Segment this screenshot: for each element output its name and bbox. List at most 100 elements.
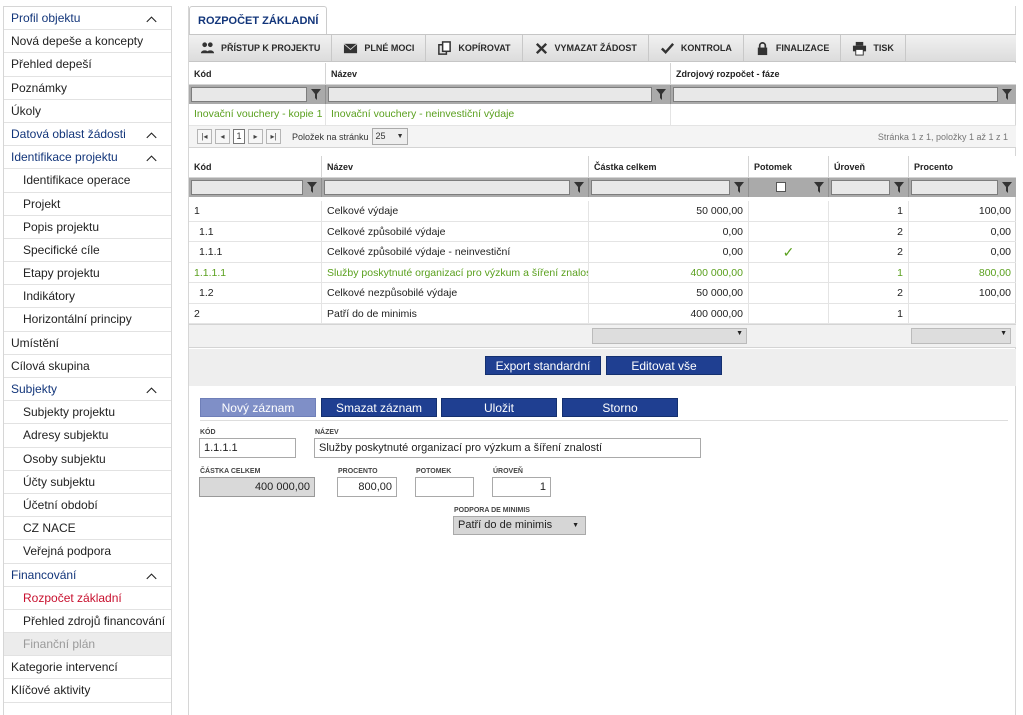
toolbar-button[interactable]: KONTROLA [649, 35, 744, 61]
sidebar-item[interactable]: Úkoly [4, 100, 171, 123]
sidebar-item[interactable]: Profil objektu [4, 7, 171, 31]
sidebar-item[interactable]: Adresy subjektu [4, 424, 171, 448]
toolbar-button[interactable]: KOPÍROVAT [426, 35, 523, 61]
filter-input[interactable] [328, 87, 652, 102]
toolbar-button[interactable]: FINALIZACE [744, 35, 842, 61]
toolbar-button[interactable]: TISK [841, 35, 906, 61]
save-button[interactable]: Uložit [441, 398, 557, 417]
sidebar-item[interactable]: Specifické cíle [4, 239, 171, 263]
col-header-uroven[interactable]: Úroveň [829, 156, 909, 177]
uroven-field[interactable]: 1 [492, 477, 551, 497]
sidebar-item[interactable]: Identifikace operace [4, 169, 171, 193]
chevron-up-icon[interactable] [146, 14, 157, 25]
filter-icon[interactable] [307, 182, 317, 193]
sidebar-item[interactable]: Kategorie intervencí [4, 656, 171, 680]
toolbar-button[interactable]: VYMAZAT ŽÁDOST [523, 35, 649, 61]
sidebar-item[interactable]: Popis projektu [4, 216, 171, 239]
table-row[interactable]: 1.1.1 Celkové způsobilé výdaje - neinvest… [189, 242, 1016, 263]
summary-castka-select[interactable]: ▼ [592, 328, 747, 344]
potomek-field[interactable] [415, 477, 474, 497]
sidebar-item[interactable]: Indikátory [4, 285, 171, 309]
filter-input[interactable] [191, 87, 307, 102]
pager-info: Stránka 1 z 1, položky 1 až 1 z 1 [877, 131, 1008, 142]
col-header-kod[interactable]: Kód [189, 63, 326, 84]
per-page-label: Položek na stránku [292, 131, 369, 142]
edit-all-button[interactable]: Editovat vše [606, 356, 722, 375]
page-number[interactable]: 1 [233, 129, 245, 144]
last-page-button[interactable]: ▸| [266, 129, 281, 144]
filter-input[interactable] [831, 180, 890, 195]
deminimis-select[interactable]: Patří do de minimis ▼ [453, 516, 586, 535]
sidebar-item[interactable]: CZ NACE [4, 517, 171, 541]
sidebar-item[interactable]: Financování [4, 563, 171, 587]
sidebar-item[interactable]: Subjekty [4, 378, 171, 402]
filter-icon[interactable] [814, 182, 824, 193]
chevron-up-icon[interactable] [146, 571, 157, 582]
sidebar-item[interactable]: Umístění [4, 332, 171, 355]
tab-rozpocet-zakladni[interactable]: ROZPOČET ZÁKLADNÍ [189, 6, 328, 34]
sidebar-item[interactable]: Veřejná podpora [4, 540, 171, 564]
filter-icon[interactable] [734, 182, 744, 193]
filter-input[interactable] [911, 180, 998, 195]
chevron-up-icon[interactable] [146, 153, 157, 164]
summary-procento-select[interactable]: ▼ [911, 328, 1011, 344]
sidebar-item[interactable]: Osoby subjektu [4, 448, 171, 471]
delete-record-button[interactable]: Smazat záznam [321, 398, 437, 417]
chevron-up-icon[interactable] [146, 385, 157, 396]
col-header-nazev[interactable]: Název [326, 63, 671, 84]
cancel-button[interactable]: Storno [562, 398, 678, 417]
sidebar-item[interactable]: Horizontální principy [4, 308, 171, 332]
table-row[interactable]: 1.1.1.1 Služby poskytnuté organizací pro … [189, 262, 1016, 283]
chevron-up-icon[interactable] [146, 130, 157, 141]
table-row[interactable]: 2 Patří do de minimis 400 000,00 1 [189, 303, 1016, 324]
sidebar-item[interactable]: Přehled zdrojů financování [4, 610, 171, 634]
sidebar-item[interactable]: Rozpočet základní [4, 587, 171, 610]
filter-input[interactable] [591, 180, 730, 195]
sidebar-item-label: Projekt [23, 196, 61, 211]
col-header-procento[interactable]: Procento [909, 156, 1016, 177]
procento-field[interactable]: 800,00 [337, 477, 397, 497]
sidebar-item[interactable]: Přehled depeší [4, 53, 171, 77]
filter-input[interactable] [324, 180, 570, 195]
col-header-zdroj[interactable]: Zdrojový rozpočet - fáze [671, 63, 1016, 84]
sidebar-item[interactable]: Poznámky [4, 77, 171, 100]
filter-input[interactable] [191, 180, 303, 195]
filter-input[interactable] [673, 87, 998, 102]
sidebar-item[interactable]: Nová depeše a koncepty [4, 30, 171, 54]
col-header-potomek[interactable]: Potomek [749, 156, 829, 177]
sidebar-item[interactable]: Účty subjektu [4, 471, 171, 494]
sidebar-item[interactable]: Datová oblast žádosti [4, 122, 171, 147]
potomek-filter-checkbox[interactable] [776, 182, 786, 192]
prev-page-button[interactable]: ◂ [215, 129, 230, 144]
filter-icon[interactable] [311, 89, 321, 100]
per-page-select[interactable]: 25 ▼ [371, 128, 408, 145]
sidebar-item[interactable]: Subjekty projektu [4, 401, 171, 425]
filter-icon[interactable] [1002, 182, 1012, 193]
sidebar-item[interactable]: Projekt [4, 193, 171, 216]
toolbar-button[interactable]: PLNÉ MOCI [332, 35, 427, 61]
col-header-castka[interactable]: Částka celkem [589, 156, 749, 177]
kod-field[interactable]: 1.1.1.1 [199, 438, 296, 458]
first-page-button[interactable]: |◂ [197, 129, 212, 144]
toolbar-button[interactable]: PŘÍSTUP K PROJEKTU [189, 35, 333, 61]
sidebar-item[interactable]: Etapy projektu [4, 262, 171, 286]
table-row[interactable]: 1.1 Celkové způsobilé výdaje 0,00 2 0,00 [189, 221, 1016, 242]
sidebar-item[interactable]: Identifikace projektu [4, 146, 171, 170]
next-page-button[interactable]: ▸ [248, 129, 263, 144]
table-row[interactable]: Inovační vouchery - kopie 1 Inovační vou… [189, 104, 1016, 126]
filter-icon[interactable] [656, 89, 666, 100]
new-record-button[interactable]: Nový záznam [200, 398, 316, 417]
sidebar-item[interactable]: Účetní období [4, 494, 171, 518]
table-row[interactable]: 1.2 Celkové nezpůsobilé výdaje 50 000,00 2 1… [189, 283, 1016, 304]
sidebar-item[interactable]: Klíčové aktivity [4, 679, 171, 703]
sidebar-item[interactable]: Cílová skupina [4, 355, 171, 378]
table-row[interactable]: 1 Celkové výdaje 50 000,00 1 100,00 [189, 201, 1016, 222]
filter-icon[interactable] [1002, 89, 1012, 100]
filter-icon[interactable] [894, 182, 904, 193]
filter-icon[interactable] [574, 182, 584, 193]
col-header-kod[interactable]: Kód [189, 156, 322, 177]
col-header-nazev[interactable]: Název [322, 156, 589, 177]
nazev-field[interactable]: Služby poskytnuté organizací pro výzkum … [314, 438, 701, 458]
sidebar-item[interactable]: Finanční plán [4, 633, 171, 657]
export-button[interactable]: Export standardní [485, 356, 601, 375]
